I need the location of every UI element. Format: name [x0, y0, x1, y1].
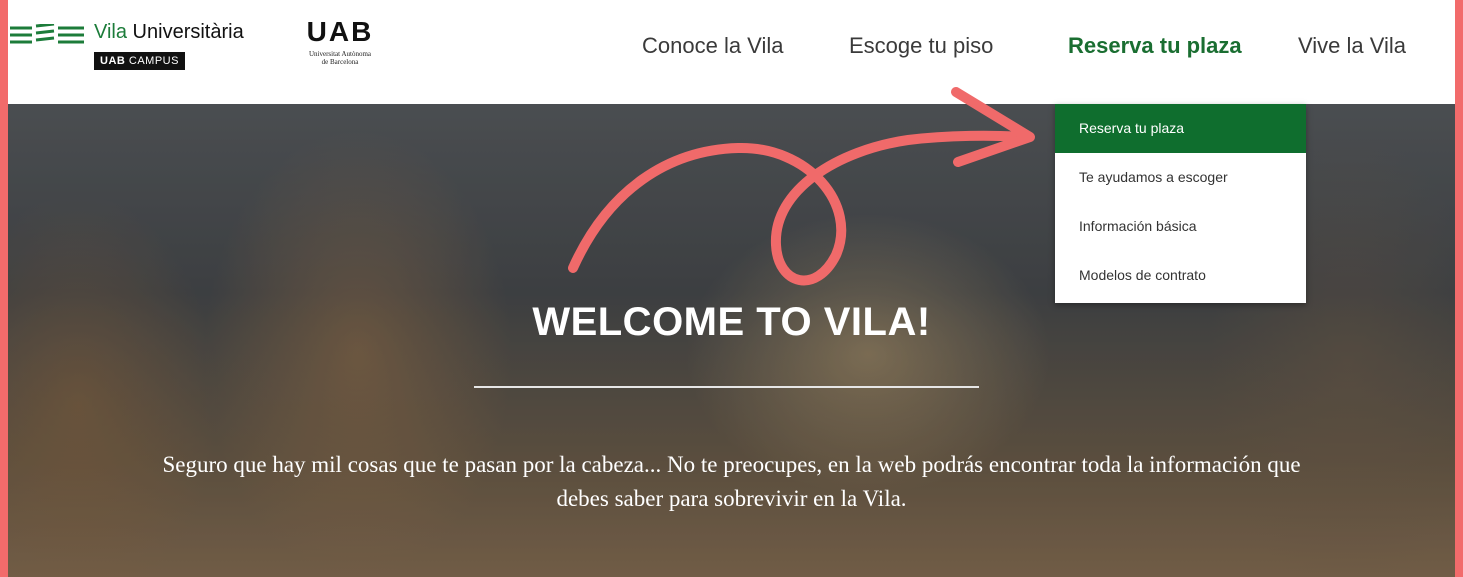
nav-item-escoge-tu-piso[interactable]: Escoge tu piso [849, 33, 993, 59]
nav-item-reserva-tu-plaza[interactable]: Reserva tu plaza [1068, 33, 1242, 59]
nav-item-conoce-la-vila[interactable]: Conoce la Vila [642, 33, 783, 59]
hero-title: WELCOME TO VILA! [532, 300, 931, 344]
dropdown-item-reserva-tu-plaza[interactable]: Reserva tu plaza [1055, 104, 1306, 153]
browser-viewport: Vila Universitària UAB CAMPUS UAB Univer… [8, 0, 1455, 577]
dropdown-item-te-ayudamos-a-escoger[interactable]: Te ayudamos a escoger [1055, 153, 1306, 202]
main-nav: Conoce la Vila Escoge tu piso Reserva tu… [8, 33, 1455, 63]
nav-item-vive-la-vila[interactable]: Vive la Vila [1298, 33, 1406, 59]
dropdown-item-modelos-de-contrato[interactable]: Modelos de contrato [1055, 251, 1306, 300]
reserva-dropdown-menu: Reserva tu plaza Te ayudamos a escoger I… [1055, 104, 1306, 303]
hero-divider [474, 386, 979, 388]
dropdown-item-informacion-basica[interactable]: Información básica [1055, 202, 1306, 251]
hero-text: Seguro que hay mil cosas que te pasan po… [162, 452, 1301, 511]
site-header: Vila Universitària UAB CAMPUS UAB Univer… [8, 0, 1455, 104]
